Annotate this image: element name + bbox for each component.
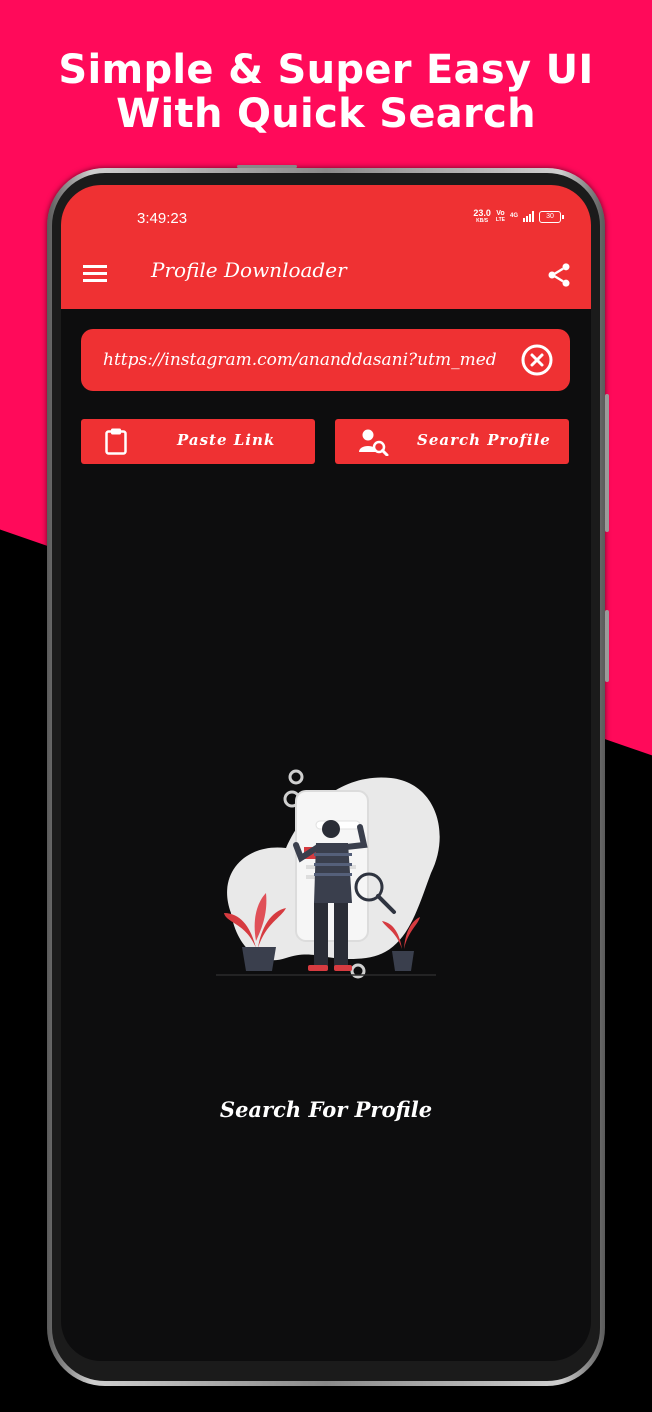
power-button: [605, 610, 609, 682]
app-title: Profile Downloader: [151, 258, 347, 282]
promo-headline-line1: Simple & Super Easy UI: [58, 47, 594, 93]
paste-link-label: Paste Link: [177, 431, 276, 449]
empty-state-message: Search For Profile: [219, 1097, 433, 1122]
promo-headline: Simple & Super Easy UI With Quick Search: [0, 48, 652, 136]
net-speed: 23.0 KB/S: [473, 208, 491, 225]
url-input[interactable]: https://instagram.com/ananddasani?utm_me…: [81, 329, 570, 391]
menu-icon[interactable]: [83, 265, 107, 283]
promo-headline-line2: With Quick Search: [116, 91, 536, 137]
person-searching-illustration: [216, 769, 440, 979]
search-profile-button[interactable]: Search Profile: [335, 419, 569, 464]
clear-icon[interactable]: [521, 344, 553, 376]
status-time: 3:49:23: [137, 210, 188, 227]
paste-link-button[interactable]: Paste Link: [81, 419, 315, 464]
signal-icon: [523, 211, 534, 222]
status-icons: 23.0 KB/S Vo LTE 4G 30: [473, 208, 564, 225]
search-profile-label: Search Profile: [417, 431, 551, 449]
url-input-value[interactable]: https://instagram.com/ananddasani?utm_me…: [103, 350, 508, 370]
app-screen: 3:49:23 23.0 KB/S Vo LTE 4G 30 Profile D…: [61, 185, 591, 1361]
app-bar: 3:49:23 23.0 KB/S Vo LTE 4G 30 Profile D…: [61, 185, 591, 309]
clipboard-icon: [105, 428, 127, 455]
battery-icon: 30: [539, 210, 564, 223]
user-search-icon: [359, 429, 389, 456]
volte-icon: Vo LTE: [495, 209, 505, 223]
network-type: 4G: [509, 213, 518, 219]
volume-button: [605, 394, 609, 532]
share-icon[interactable]: [545, 261, 573, 289]
